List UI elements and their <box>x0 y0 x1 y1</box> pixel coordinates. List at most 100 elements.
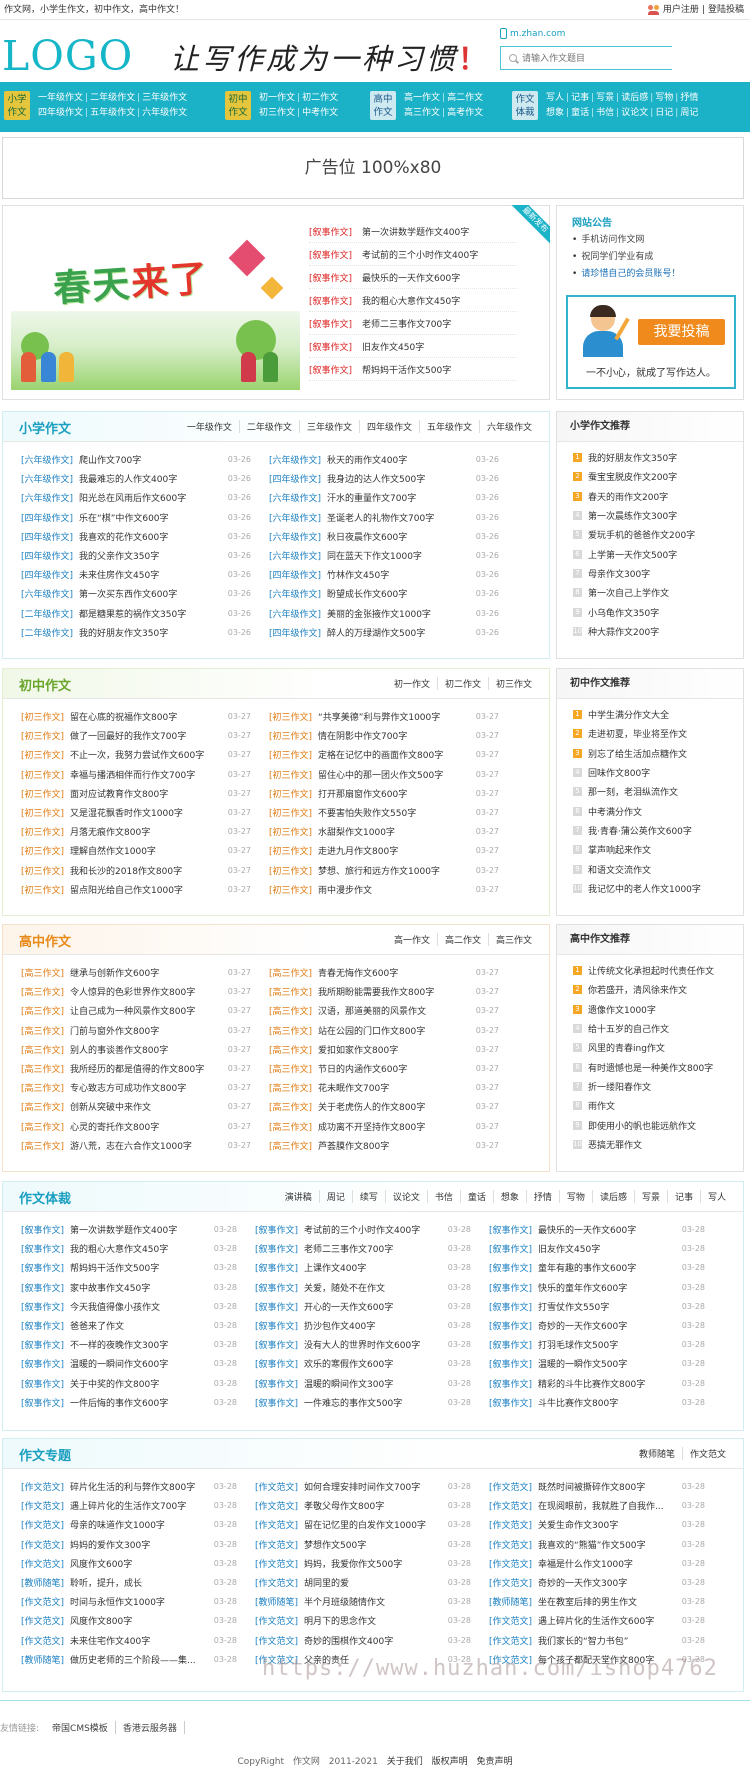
article-title[interactable]: 奇妙的一天作文300字 <box>538 1576 627 1589</box>
section-link[interactable]: 记事 <box>666 1190 700 1203</box>
nav-link[interactable]: 写景 <box>596 93 614 103</box>
article-row[interactable]: [叙事作文] 我的粗心大意作文450字 03-28 <box>21 1239 245 1258</box>
category-tag[interactable]: [六年级作文] <box>269 511 321 524</box>
recommend-item[interactable]: 8 雨作文 <box>573 1096 743 1115</box>
category-tag[interactable]: [叙事作文] <box>309 225 352 238</box>
category-tag[interactable]: [作文范文] <box>21 1557 64 1570</box>
category-tag[interactable]: [作文范文] <box>489 1480 532 1493</box>
category-tag[interactable]: [叙事作文] <box>489 1396 532 1409</box>
article-title[interactable]: 未来住房作文450字 <box>79 568 159 581</box>
category-tag[interactable]: [二年级作文] <box>21 607 73 620</box>
article-title[interactable]: 温暖的一瞬作文500字 <box>538 1357 627 1370</box>
article-title[interactable]: 不要害怕失败作文550字 <box>318 806 416 819</box>
article-row[interactable]: [高三作文] 成功离不开坚持作文800字 03-27 <box>269 1117 507 1136</box>
category-tag[interactable]: [高三作文] <box>269 1139 312 1152</box>
category-tag[interactable]: [六年级作文] <box>269 587 321 600</box>
category-tag[interactable]: [高三作文] <box>269 1120 312 1133</box>
category-tag[interactable]: [叙事作文] <box>309 317 352 330</box>
article-row[interactable]: [叙事作文] 温暖的一瞬作文500字 03-28 <box>489 1354 713 1373</box>
category-tag[interactable]: [六年级作文] <box>269 607 321 620</box>
category-tag[interactable]: [叙事作文] <box>21 1281 64 1294</box>
category-tag[interactable]: [作文范文] <box>21 1499 64 1512</box>
article-title[interactable]: 斗牛比赛作文800字 <box>538 1396 618 1409</box>
recommend-item[interactable]: 1 中学生满分作文大全 <box>573 705 743 724</box>
category-tag[interactable]: [初三作文] <box>21 844 64 857</box>
nav-link[interactable]: 童话 <box>571 108 589 118</box>
article-row[interactable]: [初三作文] 梦想、旅行和远方作文1000字 03-27 <box>269 861 507 880</box>
article-title[interactable]: 半个月班级随情作文 <box>304 1595 385 1608</box>
category-tag[interactable]: [叙事作文] <box>489 1223 532 1236</box>
category-tag[interactable]: [高三作文] <box>21 1024 64 1037</box>
article-row[interactable]: [初三作文] 理解自然作文1000字 03-27 <box>21 841 259 860</box>
section-link[interactable]: 续写 <box>351 1190 385 1203</box>
article-row[interactable]: [高三作文] 花未眠作文700字 03-27 <box>269 1078 507 1097</box>
article-row[interactable]: [四年级作文] 我的父亲作文350字 03-26 <box>21 546 259 565</box>
article-title[interactable]: 打羽毛球作文500字 <box>538 1338 618 1351</box>
article-row[interactable]: [四年级作文] 我身边的达人作文500字 03-26 <box>269 469 507 488</box>
article-title[interactable]: 乐在“棋”中作文600字 <box>79 511 169 524</box>
nav-link[interactable]: 六年级作文 <box>142 108 187 118</box>
recommend-title-text[interactable]: 第一次晨练作文300字 <box>588 509 677 522</box>
recommend-item[interactable]: 10 我记忆中的老人作文1000字 <box>573 879 743 898</box>
category-tag[interactable]: [初三作文] <box>269 883 312 896</box>
article-row[interactable]: [高三作文] 我所经历的都是值得的作文800字 03-27 <box>21 1059 259 1078</box>
category-tag[interactable]: [初三作文] <box>269 806 312 819</box>
article-row[interactable]: [作文范文] 风度作文600字 03-28 <box>21 1554 245 1573</box>
category-tag[interactable]: [初三作文] <box>269 787 312 800</box>
article-row[interactable]: [六年级作文] 盼望成长作文600字 03-26 <box>269 584 507 603</box>
article-title[interactable]: 我的父亲作文350字 <box>79 549 159 562</box>
category-tag[interactable]: [初三作文] <box>21 787 64 800</box>
recommend-item[interactable]: 3 遗像作文1000字 <box>573 1000 743 1019</box>
article-row[interactable]: [高三作文] 芦荟膜作文800字 03-27 <box>269 1136 507 1155</box>
article-row[interactable]: [叙事作文] 今天我值得像小孩作文 03-28 <box>21 1297 245 1316</box>
article-row[interactable]: [高三作文] 让自己成为一种风景作文800字 03-27 <box>21 1001 259 1020</box>
article-row[interactable]: [高三作文] 创新从突破中来作文 03-27 <box>21 1097 259 1116</box>
article-title[interactable]: 站在公园的门口作文800字 <box>318 1024 425 1037</box>
nav-link[interactable]: 记事 <box>571 93 589 103</box>
recommend-item[interactable]: 9 小乌龟作文350字 <box>573 602 743 621</box>
article-row[interactable]: [高三作文] 令人惊异的色彩世界作文800字 03-27 <box>21 982 259 1001</box>
nav-group-label[interactable]: 作文体裁 <box>512 91 538 120</box>
nav-link[interactable]: 议论文 <box>621 108 648 118</box>
category-tag[interactable]: [初三作文] <box>21 710 64 723</box>
category-tag[interactable]: [作文范文] <box>21 1634 64 1647</box>
article-row[interactable]: [叙事作文] 打羽毛球作文500字 03-28 <box>489 1335 713 1354</box>
nav-group-label[interactable]: 小学作文 <box>4 91 30 120</box>
article-row[interactable]: [二年级作文] 我的好朋友作文350字 03-26 <box>21 623 259 642</box>
recommend-title-text[interactable]: 爱玩手机的爸爸作文200字 <box>588 528 695 541</box>
friend-link[interactable]: 帝国CMS模板 <box>45 1721 116 1734</box>
article-row[interactable]: [初三作文] 不止一次，我努力尝试作文600字 03-27 <box>21 745 259 764</box>
article-title[interactable]: 在现阅眼前，我就胜了自我作... <box>538 1499 664 1512</box>
article-title[interactable]: 帮妈妈干活作文500字 <box>70 1261 159 1274</box>
article-row[interactable]: [叙事作文] 温暖的瞬间作文300字 03-28 <box>255 1374 479 1393</box>
article-row[interactable]: [六年级作文] 我最难忘的人作文400字 03-26 <box>21 469 259 488</box>
recommend-item[interactable]: 3 春天的雨作文200字 <box>573 487 743 506</box>
category-tag[interactable]: [高三作文] <box>21 966 64 979</box>
category-tag[interactable]: [高三作文] <box>269 985 312 998</box>
article-title[interactable]: 第一次买东西作文600字 <box>79 587 177 600</box>
article-title[interactable]: 既然时间被撕碎作文800字 <box>538 1480 645 1493</box>
article-title[interactable]: 家中故事作文450字 <box>70 1281 150 1294</box>
latest-item[interactable]: [叙事作文] 老师二三事作文700字 <box>309 312 517 335</box>
article-title[interactable]: 阳光总在风雨后作文600字 <box>79 491 186 504</box>
category-tag[interactable]: [四年级作文] <box>21 568 73 581</box>
nav-link[interactable]: 一年级作文 <box>38 93 83 103</box>
category-tag[interactable]: [叙事作文] <box>21 1319 64 1332</box>
article-title[interactable]: 成功离不开坚持作文800字 <box>318 1120 425 1133</box>
article-row[interactable]: [初三作文] 雨中漫步作文 03-27 <box>269 880 507 899</box>
article-row[interactable]: [作文范文] 妈妈，我爱你作文500字 03-28 <box>255 1554 479 1573</box>
article-title[interactable]: 坐在教室后排的男生作文 <box>538 1595 637 1608</box>
article-title[interactable]: 扔沙包作文400字 <box>304 1319 375 1332</box>
nav-link[interactable]: 日记 <box>655 108 673 118</box>
article-row[interactable]: [初三作文] 水甜梨作文1000字 03-27 <box>269 822 507 841</box>
category-tag[interactable]: [高三作文] <box>21 1043 64 1056</box>
article-row[interactable]: [初三作文] 幸福与播洒相伴而行作文700字 03-27 <box>21 765 259 784</box>
article-row[interactable]: [叙事作文] 老师二三事作文700字 03-28 <box>255 1239 479 1258</box>
article-title[interactable]: 没有大人的世界时作文600字 <box>304 1338 420 1351</box>
article-row[interactable]: [六年级作文] 美丽的金张掖作文1000字 03-26 <box>269 604 507 623</box>
category-tag[interactable]: [叙事作文] <box>309 363 352 376</box>
article-row[interactable]: [叙事作文] 一件难忘的事作文500字 03-28 <box>255 1393 479 1412</box>
article-row[interactable]: [高三作文] 门前与窗外作文800字 03-27 <box>21 1021 259 1040</box>
article-row[interactable]: [初三作文] 走进九月作文800字 03-27 <box>269 841 507 860</box>
register-link[interactable]: 用户注册 <box>663 0 699 20</box>
